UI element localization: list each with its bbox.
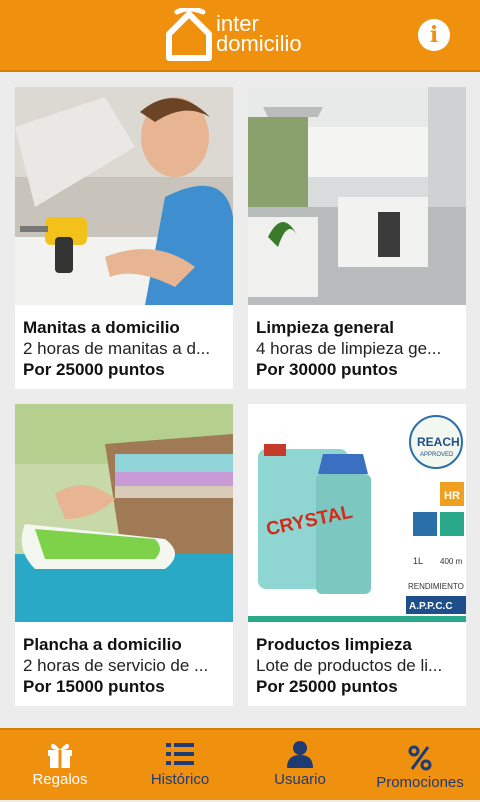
svg-text:1L: 1L bbox=[413, 556, 423, 566]
handyman-image bbox=[15, 87, 233, 305]
kitchen-image bbox=[248, 87, 466, 305]
user-icon bbox=[287, 741, 313, 768]
ironing-image bbox=[15, 404, 233, 622]
percent-icon bbox=[408, 745, 432, 771]
house-phone-icon bbox=[166, 8, 212, 61]
tab-regalos[interactable]: Regalos bbox=[0, 730, 120, 802]
tab-historico[interactable]: Histórico bbox=[120, 730, 240, 802]
gift-card-productos[interactable]: CRYSTAL REACH APPROVED HR 1L 400 m RENDI… bbox=[248, 404, 466, 706]
card-description: 2 horas de manitas a d... bbox=[23, 339, 211, 358]
card-title: Limpieza general bbox=[256, 318, 394, 337]
tab-label: Regalos bbox=[32, 771, 88, 788]
svg-text:REACH: REACH bbox=[417, 435, 460, 449]
cleaning-products-image: CRYSTAL REACH APPROVED HR 1L 400 m RENDI… bbox=[248, 404, 466, 622]
gift-card-plancha[interactable]: Plancha a domicilio 2 horas de servicio … bbox=[15, 404, 233, 706]
tab-promociones[interactable]: Promociones bbox=[360, 730, 480, 802]
card-price: Por 15000 puntos bbox=[23, 677, 165, 696]
card-price: Por 25000 puntos bbox=[23, 360, 165, 379]
card-description: 4 horas de limpieza ge... bbox=[256, 339, 442, 358]
svg-text:HR: HR bbox=[444, 490, 460, 502]
card-price: Por 30000 puntos bbox=[256, 360, 398, 379]
card-title: Productos limpieza bbox=[256, 635, 412, 654]
tab-usuario[interactable]: Usuario bbox=[240, 730, 360, 802]
gift-card-manitas[interactable]: Manitas a domicilio 2 horas de manitas a… bbox=[15, 87, 233, 389]
card-price: Por 25000 puntos bbox=[256, 677, 398, 696]
tab-label: Histórico bbox=[150, 771, 210, 788]
svg-text:400 m: 400 m bbox=[440, 557, 463, 566]
info-button[interactable]: i bbox=[418, 19, 450, 51]
card-description: 2 horas de servicio de ... bbox=[23, 656, 209, 675]
svg-text:APPROVED: APPROVED bbox=[420, 452, 454, 458]
app-header: inter domicilio i bbox=[0, 0, 480, 72]
card-description: Lote de productos de li... bbox=[256, 656, 443, 675]
card-title: Plancha a domicilio bbox=[23, 635, 182, 654]
gift-icon bbox=[48, 743, 72, 768]
gift-card-limpieza[interactable]: Limpieza general 4 horas de limpieza ge.… bbox=[248, 87, 466, 389]
logo-line2: domicilio bbox=[216, 31, 302, 56]
app-logo: inter domicilio bbox=[163, 8, 323, 64]
bottom-tab-bar: Regalos Histórico Usuario Promociones bbox=[0, 728, 480, 800]
card-title: Manitas a domicilio bbox=[23, 318, 180, 337]
list-icon bbox=[166, 743, 194, 765]
tab-label: Usuario bbox=[274, 771, 326, 788]
svg-text:A.P.P.C.C: A.P.P.C.C bbox=[409, 601, 453, 612]
tab-label: Promociones bbox=[376, 774, 464, 791]
svg-text:RENDIMIENTO: RENDIMIENTO bbox=[408, 582, 464, 591]
